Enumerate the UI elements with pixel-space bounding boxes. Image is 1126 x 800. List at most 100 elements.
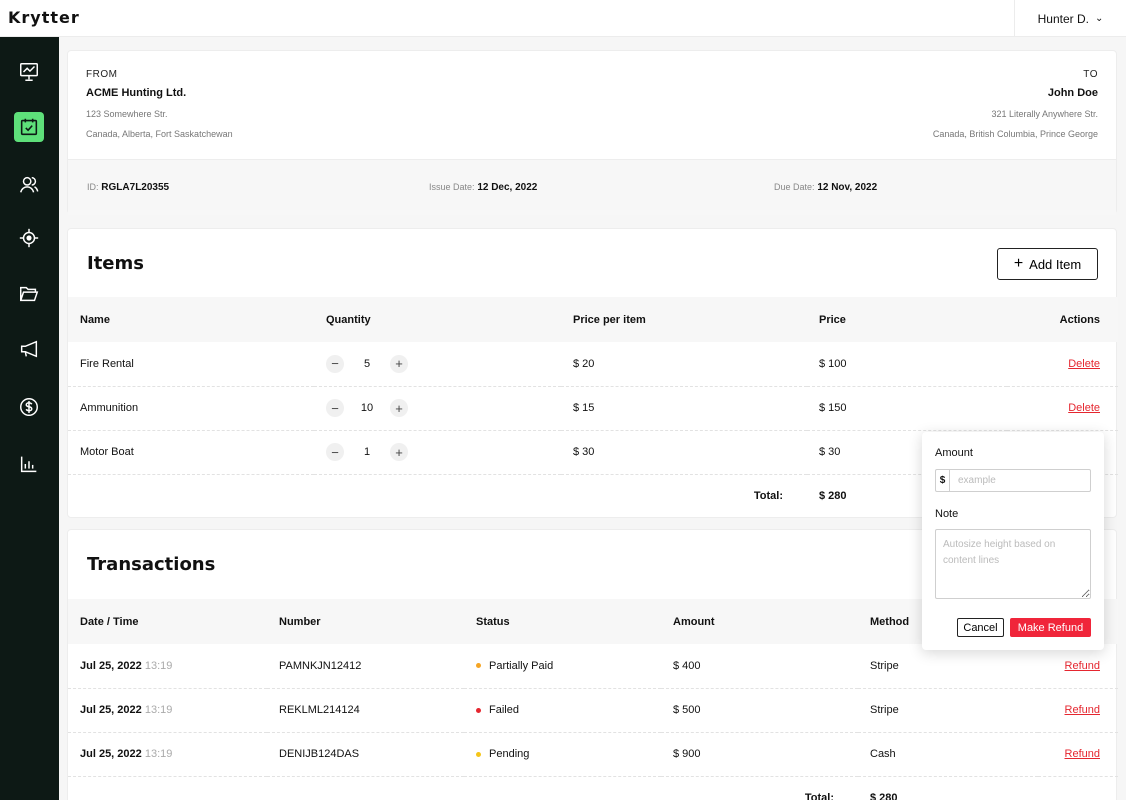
item-row: Ammunition − 10 + $ 15 $ 150 Delete <box>68 386 1118 431</box>
nav-billing[interactable] <box>14 392 44 422</box>
note-textarea[interactable] <box>935 529 1091 599</box>
item-unit-price: $ 15 <box>561 386 807 431</box>
nav-analytics[interactable] <box>14 449 44 479</box>
plus-icon: + <box>1013 255 1024 272</box>
increment-button[interactable]: + <box>390 354 408 373</box>
tx-status: Partially Paid <box>489 659 554 672</box>
quantity-value: 10 <box>360 402 374 414</box>
top-bar: Krytter Hunter D. ⌄ <box>0 0 1126 37</box>
amount-input[interactable] <box>950 470 1090 491</box>
col-status: Status <box>476 615 510 628</box>
note-label: Note <box>935 508 959 520</box>
tx-amount: $ 900 <box>661 732 858 777</box>
status-dot <box>476 663 481 669</box>
transactions-total-value: $ 280 <box>870 792 898 800</box>
quantity-stepper: − 1 + <box>326 443 549 461</box>
item-quantity-cell: − 1 + <box>314 430 561 475</box>
items-title: Items <box>87 253 144 274</box>
item-quantity-cell: − 10 + <box>314 386 561 431</box>
add-item-label: Add Item <box>1029 256 1082 272</box>
tx-status-cell: Pending <box>464 732 661 777</box>
bar-chart-icon <box>20 456 37 473</box>
increment-button[interactable]: + <box>390 399 408 417</box>
nav-users[interactable] <box>14 170 44 200</box>
cancel-button[interactable]: Cancel <box>957 618 1004 637</box>
increment-button[interactable]: + <box>390 443 408 461</box>
col-number: Number <box>279 615 321 628</box>
app-logo: Krytter <box>8 8 80 27</box>
tx-status-cell: Partially Paid <box>464 644 661 689</box>
user-name: Hunter D. <box>1037 11 1089 26</box>
amount-input-group: $ <box>935 469 1091 492</box>
item-unit-price: $ 20 <box>561 342 807 387</box>
from-label: FROM <box>86 69 118 80</box>
refund-link[interactable]: Refund <box>1065 748 1100 760</box>
to-label: TO <box>1083 69 1098 80</box>
decrement-button[interactable]: − <box>326 354 344 373</box>
add-item-button[interactable]: + Add Item <box>997 248 1098 280</box>
users-icon <box>20 176 39 193</box>
calendar-check-icon <box>20 118 38 136</box>
due-date-value: 12 Nov, 2022 <box>817 182 878 193</box>
nav-dashboard[interactable] <box>14 57 44 87</box>
make-refund-button[interactable]: Make Refund <box>1010 618 1091 637</box>
to-address-line1: 321 Literally Anywhere Str. <box>991 109 1098 119</box>
tx-amount: $ 500 <box>661 688 858 733</box>
quantity-value: 5 <box>363 357 371 370</box>
nav-campaigns[interactable] <box>14 334 44 364</box>
invoice-id: ID: RGLA7L20355 <box>87 182 169 193</box>
quantity-stepper: − 5 + <box>326 354 549 373</box>
crosshair-icon <box>19 228 39 248</box>
tx-number: DENIJB124DAS <box>267 732 464 777</box>
tx-method: Stripe <box>858 644 1038 689</box>
megaphone-icon <box>20 340 38 358</box>
folder-open-icon <box>20 286 39 302</box>
tx-amount: $ 400 <box>661 644 858 689</box>
tx-status: Pending <box>489 748 530 760</box>
nav-calendar[interactable] <box>14 112 44 142</box>
issue-date-value: 12 Dec, 2022 <box>477 182 538 193</box>
tx-datetime: Jul 25, 2022 13:19 <box>68 732 267 777</box>
nav-files[interactable] <box>14 279 44 309</box>
issue-date: Issue Date: 12 Dec, 2022 <box>429 182 537 193</box>
tx-number: REKLML214124 <box>267 688 464 733</box>
decrement-button[interactable]: − <box>326 443 344 461</box>
tx-status: Failed <box>489 704 519 716</box>
user-menu[interactable]: Hunter D. ⌄ <box>1014 0 1126 37</box>
to-address-line2: Canada, British Columbia, Prince George <box>932 129 1098 139</box>
refund-link[interactable]: Refund <box>1065 660 1100 672</box>
nav-target[interactable] <box>14 223 44 253</box>
items-total-label: Total: <box>753 490 783 503</box>
dollar-circle-icon <box>20 398 38 416</box>
col-actions: Actions <box>1059 313 1100 326</box>
item-unit-price: $ 30 <box>561 430 807 475</box>
refund-link[interactable]: Refund <box>1065 704 1100 716</box>
invoice-meta-row: ID: RGLA7L20355 Issue Date: 12 Dec, 2022… <box>68 159 1116 215</box>
item-row: Fire Rental − 5 + $ 20 $ 100 Delete <box>68 342 1118 387</box>
tx-date: Jul 25, 2022 <box>80 748 142 760</box>
from-block: FROM ACME Hunting Ltd. 123 Somewhere Str… <box>86 69 233 139</box>
tx-time: 13:19 <box>144 704 173 716</box>
tx-time: 13:19 <box>144 748 173 760</box>
currency-prefix: $ <box>936 470 950 491</box>
tx-status-cell: Failed <box>464 688 661 733</box>
item-price: $ 100 <box>807 342 1007 387</box>
transactions-total-row: Total: $ 280 <box>68 776 1118 800</box>
tx-method: Stripe <box>858 688 1038 733</box>
item-price: $ 150 <box>807 386 1007 431</box>
items-header-row: Name Quantity Price per item Price Actio… <box>68 297 1118 342</box>
due-date-label: Due Date: <box>774 182 815 192</box>
status-dot <box>476 751 481 757</box>
from-address-line2: Canada, Alberta, Fort Saskatchewan <box>86 129 233 139</box>
item-quantity-cell: − 5 + <box>314 342 561 387</box>
decrement-button[interactable]: − <box>326 399 344 417</box>
transactions-total-label: Total: <box>804 792 834 800</box>
transactions-title: Transactions <box>87 554 216 575</box>
tx-date: Jul 25, 2022 <box>80 659 142 672</box>
col-price: Price <box>819 313 846 326</box>
delete-link[interactable]: Delete <box>1068 358 1100 370</box>
item-name: Ammunition <box>68 386 314 431</box>
invoice-summary-card: FROM ACME Hunting Ltd. 123 Somewhere Str… <box>67 50 1117 215</box>
delete-link[interactable]: Delete <box>1068 402 1100 414</box>
tx-time: 13:19 <box>144 659 173 672</box>
